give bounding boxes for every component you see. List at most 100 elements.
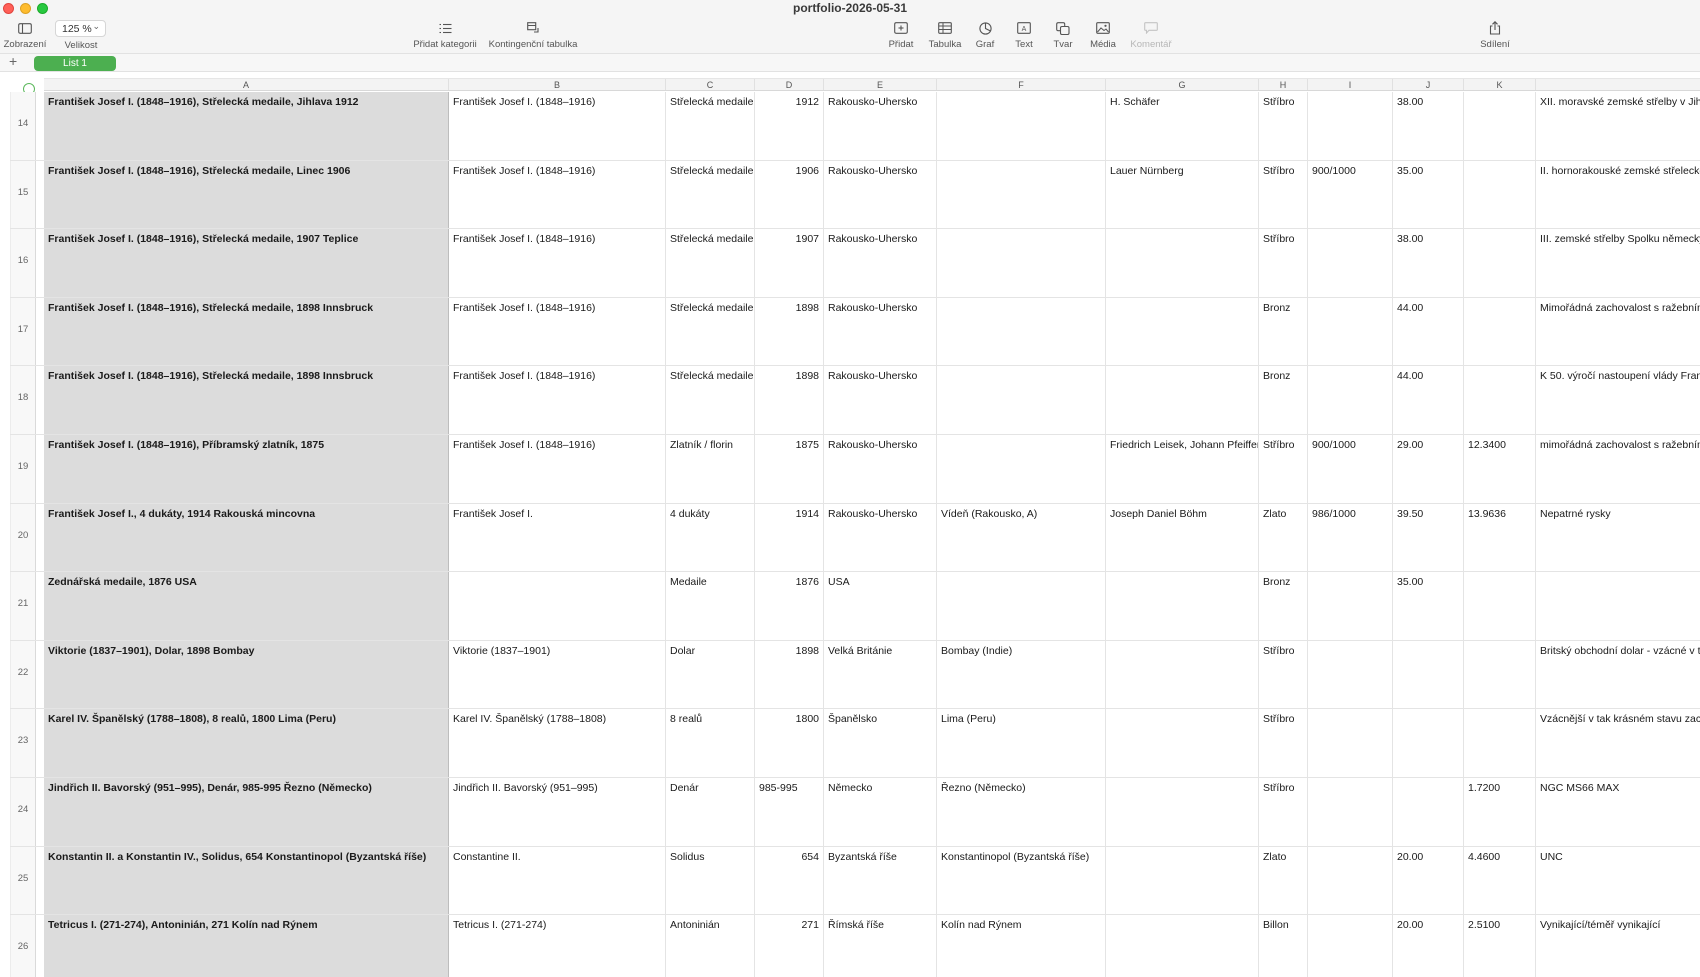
- table-cell[interactable]: [1106, 366, 1259, 434]
- table-cell[interactable]: [1106, 297, 1259, 366]
- table-cell[interactable]: [937, 434, 1106, 503]
- table-cell[interactable]: Billon: [1259, 915, 1308, 977]
- table-cell[interactable]: [449, 572, 666, 640]
- table-cell[interactable]: Rakousko-Uhersko: [824, 297, 937, 366]
- table-cell[interactable]: Jindřich II. Bavorský (951–995), Denár, …: [44, 777, 449, 846]
- table-cell[interactable]: [1308, 229, 1393, 297]
- row-number[interactable]: 19: [10, 434, 36, 503]
- table-cell[interactable]: Rakousko-Uhersko: [824, 503, 937, 572]
- table-cell[interactable]: 271: [755, 915, 824, 977]
- table-cell[interactable]: Friedrich Leisek, Johann Pfeiffer: [1106, 434, 1259, 503]
- table-cell[interactable]: UNC: [1536, 847, 1700, 915]
- table-cell[interactable]: [1106, 709, 1259, 777]
- table-cell[interactable]: 1898: [755, 366, 824, 434]
- row-number[interactable]: 17: [10, 297, 36, 366]
- row-number[interactable]: 20: [10, 503, 36, 572]
- column-header-a[interactable]: A: [44, 79, 449, 90]
- table-cell[interactable]: 38.00: [1393, 92, 1464, 160]
- table-cell[interactable]: Viktorie (1837–1901), Dolar, 1898 Bombay: [44, 640, 449, 709]
- table-cell[interactable]: 1907: [755, 229, 824, 297]
- row-number[interactable]: 26: [10, 915, 36, 977]
- add-sheet-button[interactable]: +: [9, 53, 17, 69]
- row-number[interactable]: 24: [10, 777, 36, 846]
- table-cell[interactable]: František Josef I. (1848–1916), Střeleck…: [44, 366, 449, 434]
- table-cell[interactable]: František Josef I., 4 dukáty, 1914 Rakou…: [44, 503, 449, 572]
- table-cell[interactable]: [937, 572, 1106, 640]
- table-cell[interactable]: 1876: [755, 572, 824, 640]
- table-cell[interactable]: III. zemské střelby Spolku německých: [1536, 229, 1700, 297]
- row-number[interactable]: 25: [10, 846, 36, 915]
- table-cell[interactable]: 35.00: [1393, 160, 1464, 229]
- table-cell[interactable]: [1106, 915, 1259, 977]
- table-cell[interactable]: mimořádná zachovalost s ražebním: [1536, 435, 1700, 503]
- table-cell[interactable]: 985-995: [755, 777, 824, 846]
- row-number[interactable]: 14: [10, 92, 36, 160]
- table-cell[interactable]: 38.00: [1393, 229, 1464, 297]
- table-cell[interactable]: Medaile: [666, 572, 755, 640]
- table-cell[interactable]: Dolar: [666, 640, 755, 709]
- table-cell[interactable]: František Josef I.: [449, 503, 666, 572]
- row-number[interactable]: 15: [10, 160, 36, 229]
- table-cell[interactable]: Viktorie (1837–1901): [449, 640, 666, 709]
- column-header-f[interactable]: F: [937, 79, 1106, 90]
- table-cell[interactable]: Vynikající/téměř vynikající: [1536, 915, 1700, 977]
- tab-list-1[interactable]: List 1: [34, 56, 116, 71]
- table-cell[interactable]: Stříbro: [1259, 160, 1308, 229]
- table-cell[interactable]: Řezno (Německo): [937, 777, 1106, 846]
- table-cell[interactable]: Konstantin II. a Konstantin IV., Solidus…: [44, 846, 449, 915]
- table-cell[interactable]: [1308, 846, 1393, 915]
- table-cell[interactable]: [1464, 572, 1536, 640]
- table-cell[interactable]: [1308, 92, 1393, 160]
- table-cell[interactable]: 39.50: [1393, 503, 1464, 572]
- table-cell[interactable]: [1464, 640, 1536, 709]
- table-cell[interactable]: [937, 92, 1106, 160]
- table-cell[interactable]: [1393, 777, 1464, 846]
- table-cell[interactable]: Zlato: [1259, 503, 1308, 572]
- table-cell[interactable]: Velká Británie: [824, 640, 937, 709]
- table-cell[interactable]: 44.00: [1393, 297, 1464, 366]
- table-cell[interactable]: Střelecká medaile: [666, 229, 755, 297]
- table-cell[interactable]: [1536, 572, 1700, 640]
- table-cell[interactable]: 29.00: [1393, 434, 1464, 503]
- table-cell[interactable]: Mimořádná zachovalost s ražebním: [1536, 298, 1700, 366]
- table-cell[interactable]: XII. moravské zemské střelby v Jihlavě: [1536, 92, 1700, 160]
- row-number[interactable]: 23: [10, 709, 36, 777]
- table-cell[interactable]: NGC MS66 MAX: [1536, 778, 1700, 846]
- table-cell[interactable]: Antoninián: [666, 915, 755, 977]
- table-cell[interactable]: Zednářská medaile, 1876 USA: [44, 572, 449, 640]
- table-cell[interactable]: [937, 229, 1106, 297]
- table-cell[interactable]: [1308, 297, 1393, 366]
- table-cell[interactable]: 2.5100: [1464, 915, 1536, 977]
- table-cell[interactable]: [1308, 709, 1393, 777]
- share-button[interactable]: Sdílení: [1472, 18, 1518, 52]
- table-cell[interactable]: 1898: [755, 297, 824, 366]
- table-cell[interactable]: Joseph Daniel Böhm: [1106, 503, 1259, 572]
- table-cell[interactable]: 1898: [755, 640, 824, 709]
- column-header-d[interactable]: D: [755, 79, 824, 90]
- table-cell[interactable]: František Josef I. (1848–1916), Střeleck…: [44, 160, 449, 229]
- table-cell[interactable]: Zlato: [1259, 846, 1308, 915]
- table-cell[interactable]: Rakousko-Uhersko: [824, 229, 937, 297]
- table-cell[interactable]: František Josef I. (1848–1916): [449, 434, 666, 503]
- view-button[interactable]: Zobrazení: [2, 18, 48, 52]
- table-cell[interactable]: Rakousko-Uhersko: [824, 366, 937, 434]
- table-cell[interactable]: Bronz: [1259, 572, 1308, 640]
- table-cell[interactable]: [1393, 709, 1464, 777]
- table-cell[interactable]: [1464, 297, 1536, 366]
- insert-button[interactable]: Přidat: [878, 18, 924, 52]
- table-cell[interactable]: Tetricus I. (271-274): [449, 915, 666, 977]
- table-cell[interactable]: Stříbro: [1259, 777, 1308, 846]
- table-cell[interactable]: [1464, 160, 1536, 229]
- column-header-k[interactable]: K: [1464, 79, 1536, 90]
- table-cell[interactable]: Střelecká medaile: [666, 92, 755, 160]
- table-cell[interactable]: František Josef I. (1848–1916): [449, 160, 666, 229]
- table-cell[interactable]: Karel IV. Španělský (1788–1808): [449, 709, 666, 777]
- table-cell[interactable]: 20.00: [1393, 846, 1464, 915]
- table-cell[interactable]: Byzantská říše: [824, 846, 937, 915]
- table-cell[interactable]: Konstantinopol (Byzantská říše): [937, 846, 1106, 915]
- table-cell[interactable]: 1914: [755, 503, 824, 572]
- table-cell[interactable]: Tetricus I. (271-274), Antoninián, 271 K…: [44, 915, 449, 977]
- table-cell[interactable]: František Josef I. (1848–1916): [449, 366, 666, 434]
- table-cell[interactable]: 900/1000: [1308, 434, 1393, 503]
- table-cell[interactable]: Střelecká medaile: [666, 366, 755, 434]
